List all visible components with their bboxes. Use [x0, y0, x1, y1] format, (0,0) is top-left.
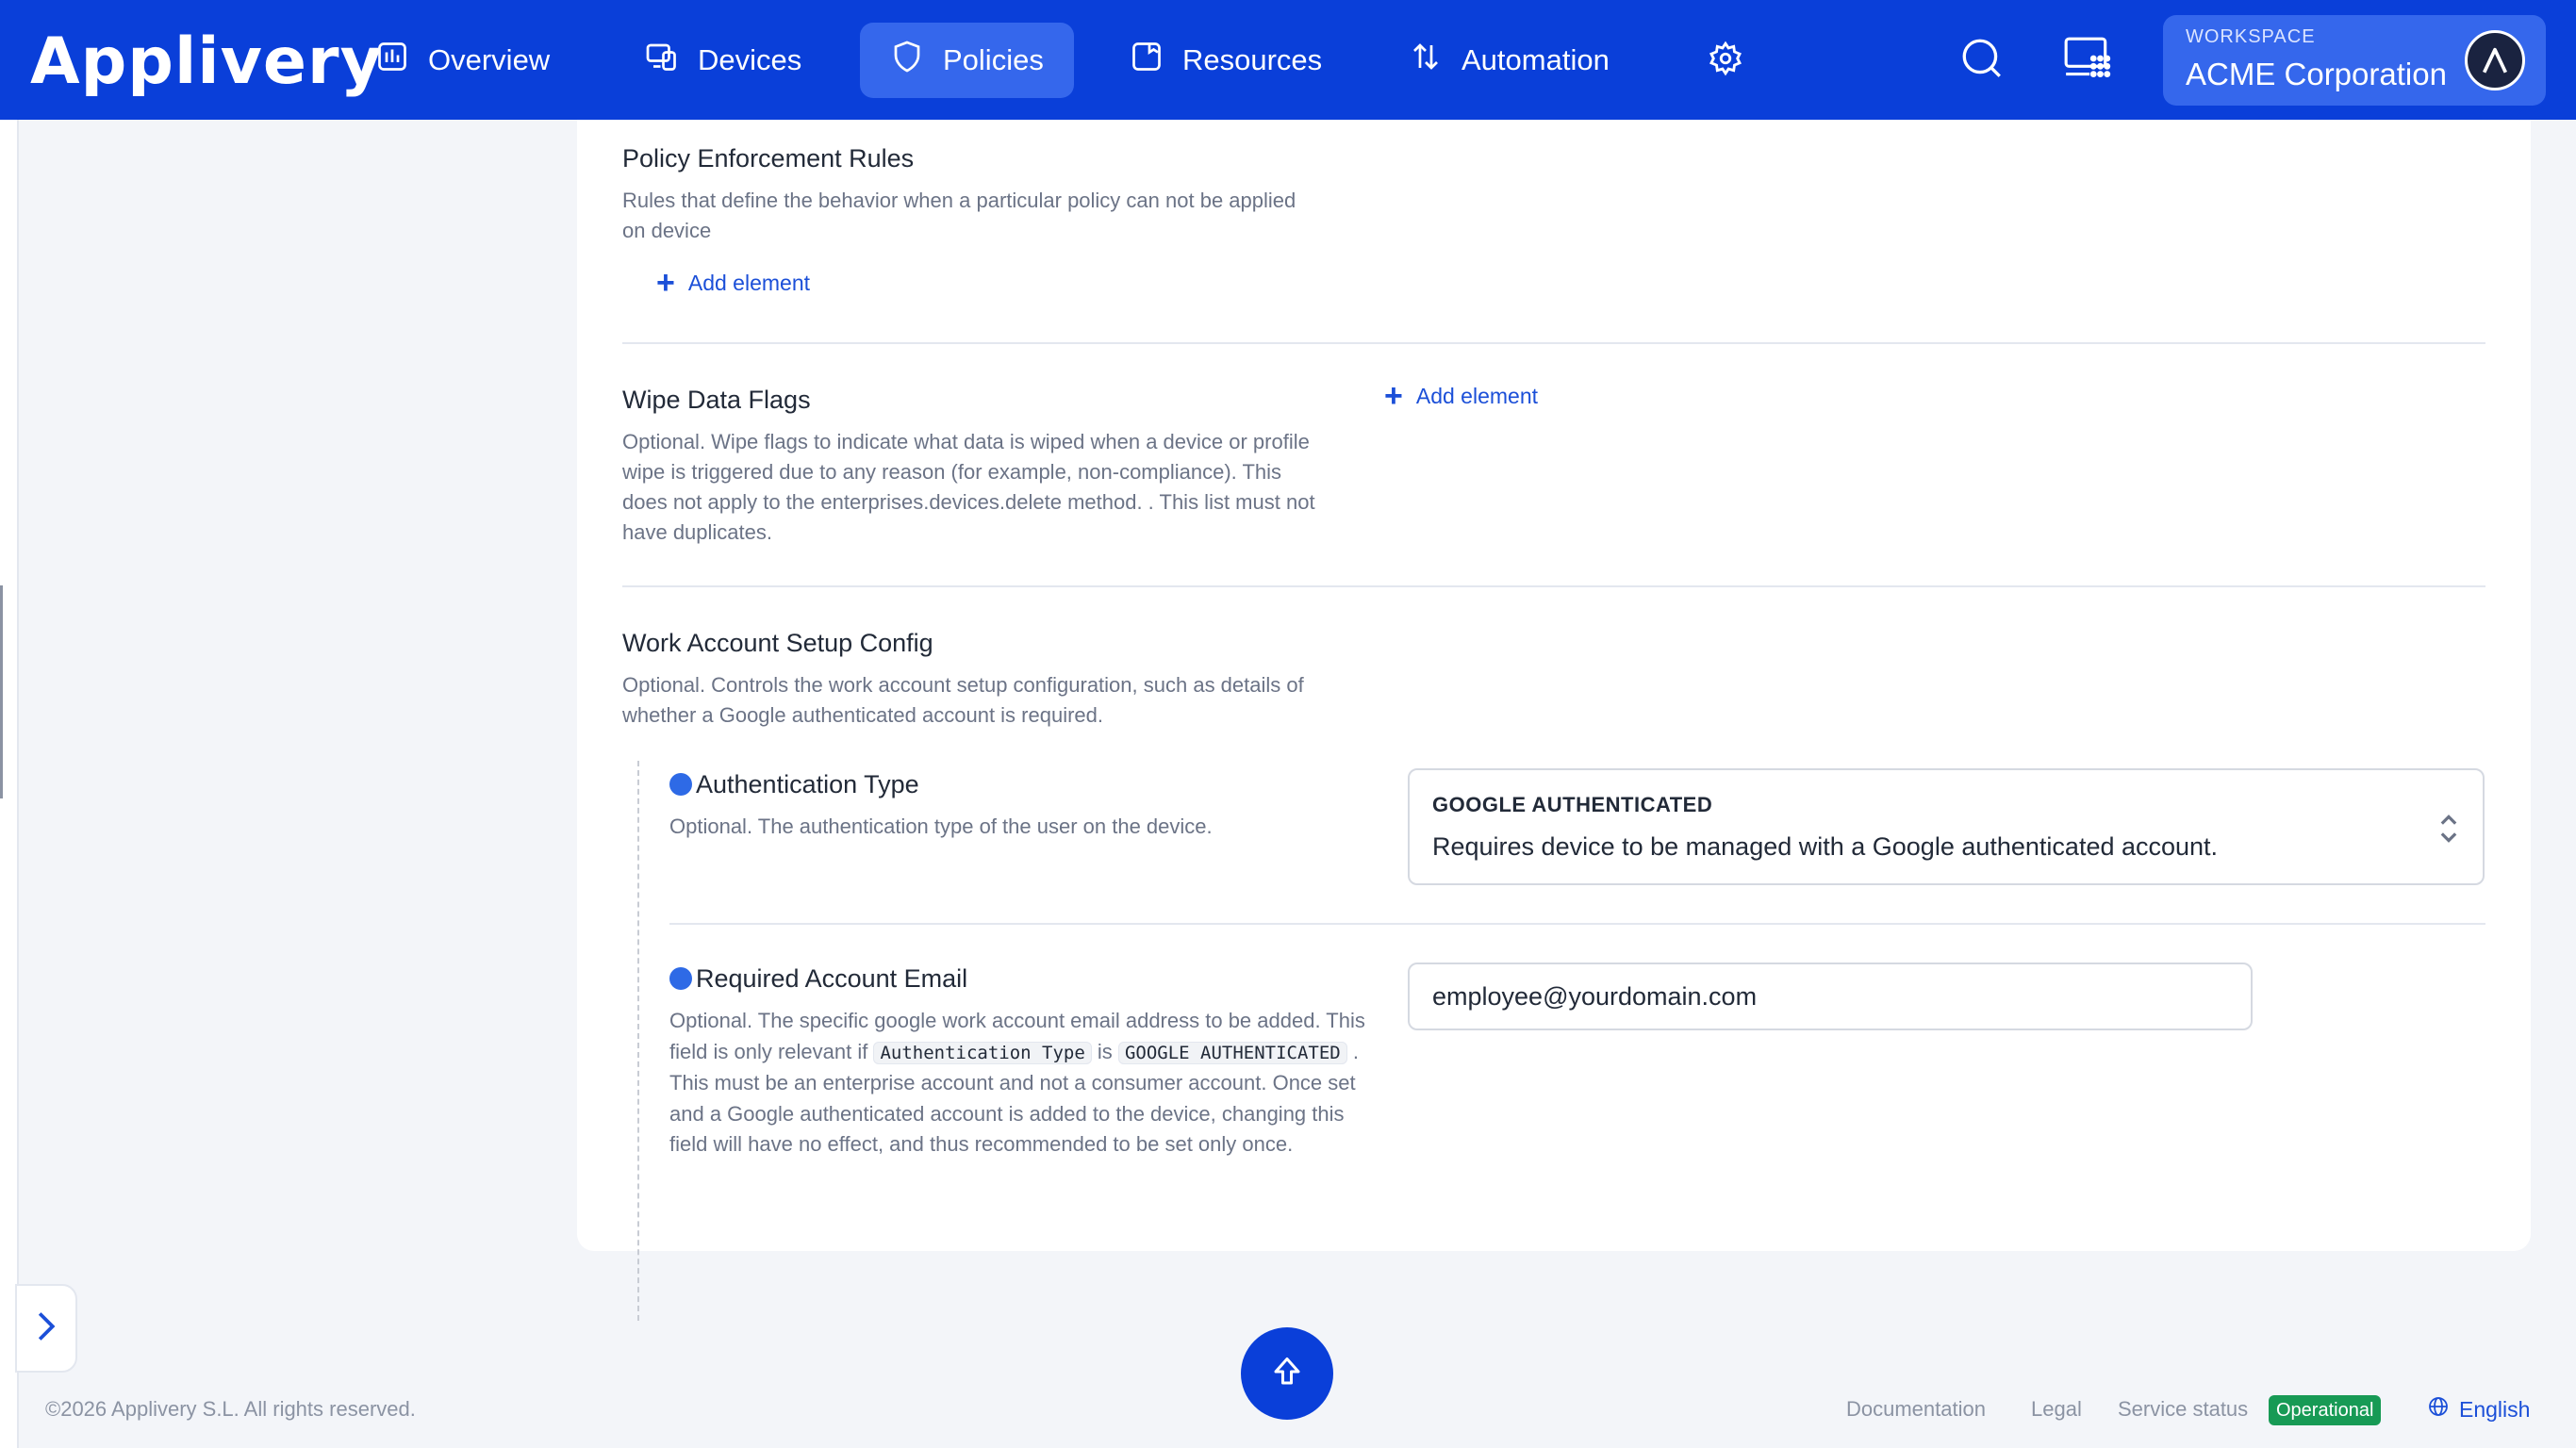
code-google-authenticated: GOOGLE AUTHENTICATED	[1117, 1041, 1347, 1064]
expand-sidebar-button[interactable]	[15, 1284, 77, 1373]
nav-policies-label: Policies	[943, 43, 1044, 76]
auth-type-description: Optional. The authentication type of the…	[669, 814, 1213, 838]
arrow-up-icon	[1270, 1355, 1304, 1393]
plus-icon: +	[656, 265, 675, 301]
enforcement-title: Policy Enforcement Rules	[622, 144, 915, 173]
nested-fields-guide	[637, 761, 639, 1321]
footer-legal-link[interactable]: Legal	[2031, 1397, 2082, 1422]
wipe-title: Wipe Data Flags	[622, 386, 811, 414]
nav-devices-label: Devices	[698, 43, 802, 76]
scroll-to-top-button[interactable]	[1241, 1327, 1333, 1420]
footer-documentation-link[interactable]: Documentation	[1846, 1397, 1986, 1422]
rail-indicator	[0, 585, 3, 798]
wipe-description: Optional. Wipe flags to indicate what da…	[622, 430, 1315, 544]
enforcement-description: Rules that define the behavior when a pa…	[622, 189, 1296, 242]
work-account-description: Optional. Controls the work account setu…	[622, 673, 1304, 727]
plus-icon: +	[1384, 378, 1403, 414]
footer-copyright: ©2026 Applivery S.L. All rights reserved…	[45, 1397, 416, 1421]
chart-icon	[375, 40, 409, 81]
left-sidebar-collapsed	[0, 120, 19, 1448]
field-indicator-dot	[669, 773, 692, 796]
status-badge: Operational	[2269, 1395, 2382, 1425]
nav-overview[interactable]: Overview	[345, 23, 580, 98]
nav-automation-label: Automation	[1461, 43, 1610, 76]
avatar[interactable]	[2465, 30, 2525, 90]
wipe-add-element-button[interactable]: + Add element	[1384, 378, 1538, 414]
field-divider	[669, 923, 2485, 925]
required-email-description: Optional. The specific google work accou…	[669, 1006, 1386, 1160]
nav-overview-label: Overview	[428, 43, 551, 76]
shield-icon	[890, 40, 924, 81]
folder-icon	[1130, 40, 1164, 81]
auth-type-selected-label: GOOGLE AUTHENTICATED	[1432, 793, 1713, 816]
settings-button[interactable]	[1697, 32, 1754, 89]
section-divider	[622, 342, 2485, 344]
wipe-add-label: Add element	[1415, 383, 1538, 408]
required-email-input[interactable]	[1408, 963, 2253, 1030]
chevron-up-down-icon	[2436, 812, 2462, 846]
enforcement-add-element-button[interactable]: + Add element	[656, 265, 810, 301]
nav-resources-label: Resources	[1182, 43, 1323, 76]
field-indicator-dot	[669, 967, 692, 990]
automation-icon	[1409, 40, 1443, 81]
devices-icon	[645, 40, 679, 81]
footer-service-status-link[interactable]: Service status	[2118, 1397, 2248, 1422]
required-email-title: Required Account Email	[696, 964, 968, 993]
auth-type-selected-description: Requires device to be managed with a Goo…	[1432, 832, 2219, 861]
app-logo[interactable]: Applivery	[30, 25, 383, 99]
policy-form-card: Policy Enforcement Rules Rules that defi…	[577, 120, 2531, 1321]
code-authentication-type: Authentication Type	[873, 1041, 1092, 1064]
globe-icon	[2427, 1395, 2450, 1423]
nav-resources[interactable]: Resources	[1099, 23, 1352, 98]
gear-icon	[1708, 41, 1743, 81]
nav-devices[interactable]: Devices	[615, 23, 832, 98]
apps-button[interactable]	[2059, 32, 2116, 89]
auth-type-select[interactable]: GOOGLE AUTHENTICATED Requires device to …	[1408, 768, 2485, 885]
nav-automation[interactable]: Automation	[1379, 23, 1640, 98]
workspace-caption: WORKSPACE	[2186, 26, 2316, 47]
workspace-name: ACME Corporation	[2186, 57, 2447, 91]
auth-type-title: Authentication Type	[696, 770, 919, 798]
top-navbar: Applivery Overview Devices Policies Reso…	[0, 0, 2576, 120]
required-email-desc-part2: is	[1097, 1039, 1113, 1063]
language-label: English	[2459, 1396, 2531, 1422]
nav-policies[interactable]: Policies	[860, 23, 1074, 98]
search-icon	[1958, 35, 2006, 87]
section-divider	[622, 585, 2485, 587]
search-button[interactable]	[1954, 32, 2010, 89]
enforcement-add-label: Add element	[687, 270, 810, 295]
language-selector[interactable]: English	[2427, 1395, 2530, 1423]
apps-grid-icon	[2062, 35, 2113, 87]
work-account-title: Work Account Setup Config	[622, 629, 933, 657]
workspace-switcher[interactable]: WORKSPACE ACME Corporation	[2163, 15, 2546, 106]
chevron-right-icon	[36, 1310, 57, 1347]
